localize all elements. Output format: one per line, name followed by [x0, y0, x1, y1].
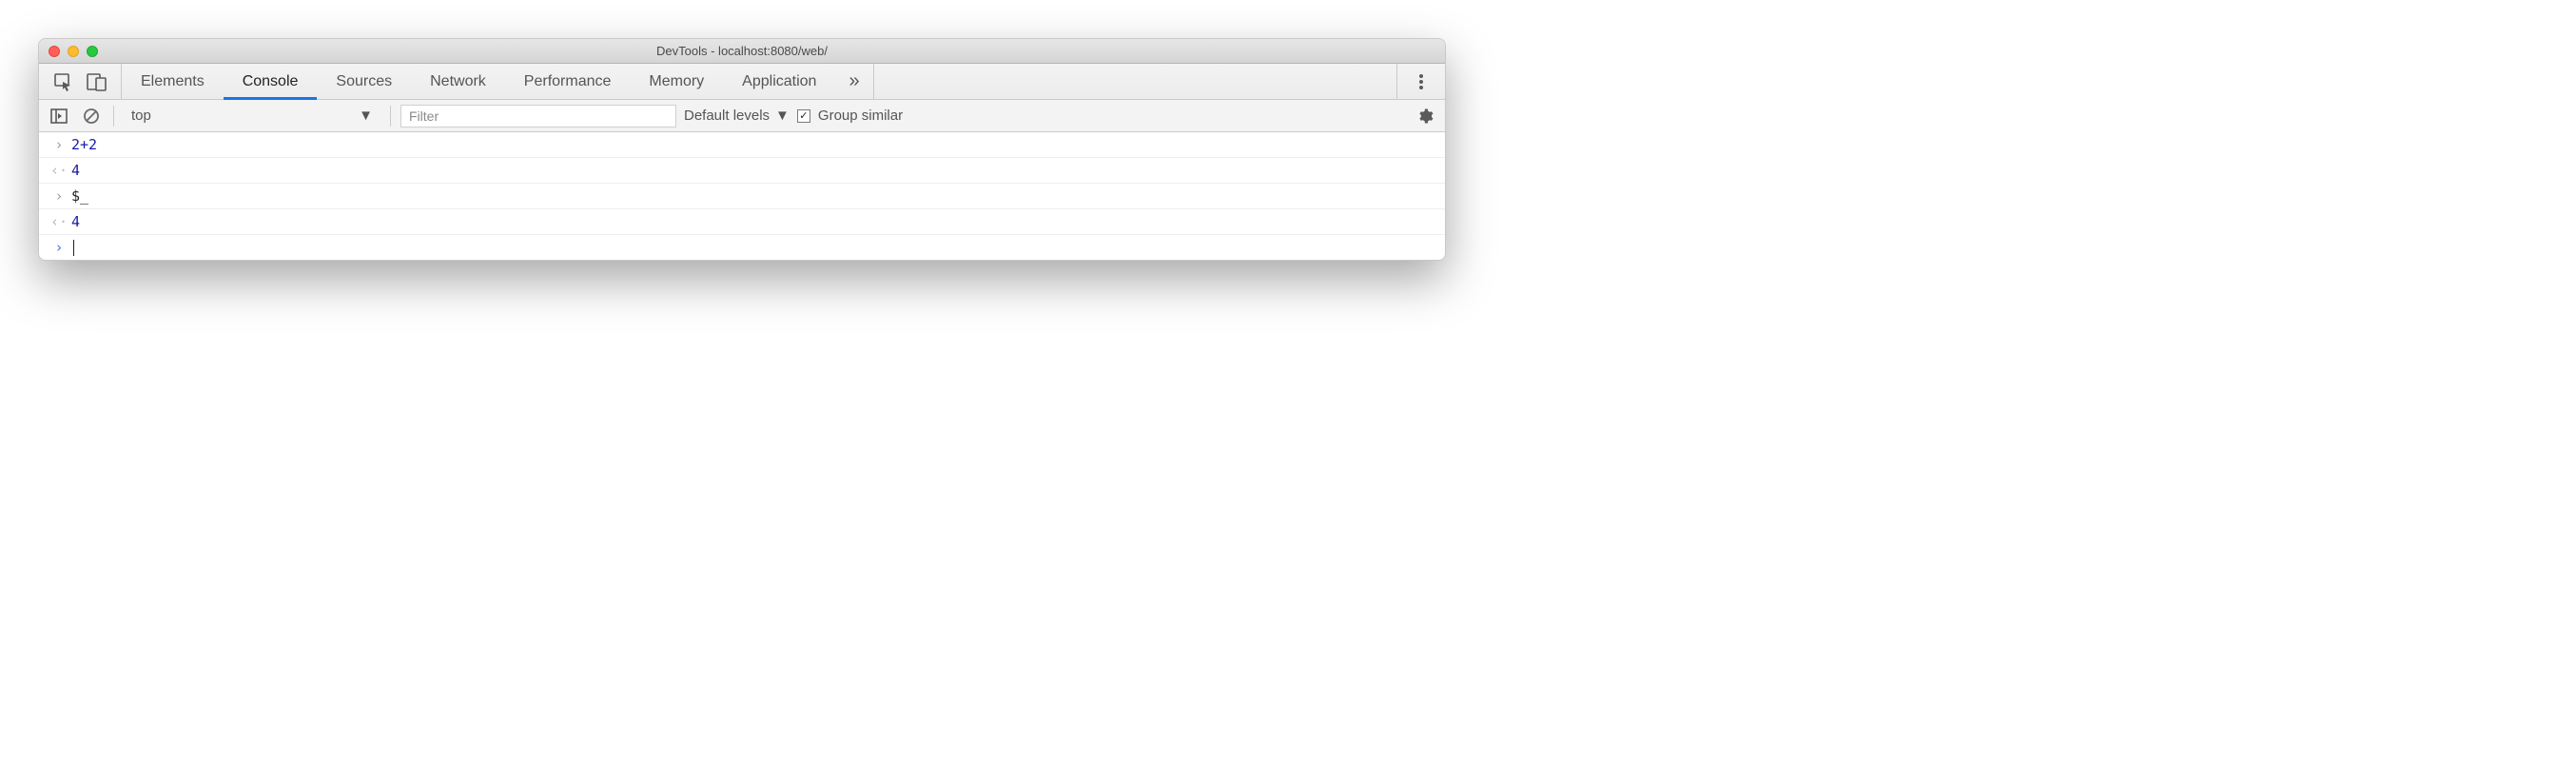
console-toolbar: top ▼ Default levels ▼ ✓ Group similar	[39, 100, 1445, 132]
tab-label: Elements	[141, 73, 205, 90]
titlebar: DevTools - localhost:8080/web/	[39, 39, 1445, 64]
zoom-window-button[interactable]	[87, 46, 98, 57]
clear-console-icon[interactable]	[79, 104, 104, 128]
console-body[interactable]: › 2+2 ‹· 4 › $_ ‹· 4 ›	[39, 132, 1445, 260]
devtools-window: DevTools - localhost:8080/web/ Elements …	[38, 38, 1446, 261]
console-input-row: › $_	[39, 184, 1445, 209]
input-chevron-icon: ›	[54, 187, 63, 205]
tab-label: Performance	[524, 73, 612, 90]
tab-label: Sources	[336, 73, 392, 90]
more-tabs-glyph: »	[849, 70, 859, 92]
chevron-down-icon: ▼	[775, 108, 790, 124]
console-output-row: ‹· 4	[39, 209, 1445, 235]
input-chevron-icon: ›	[54, 136, 63, 153]
log-levels-select[interactable]: Default levels ▼	[684, 108, 790, 124]
execution-context-select[interactable]: top ▼	[124, 105, 381, 128]
kebab-menu-icon[interactable]	[1409, 69, 1434, 94]
context-label: top	[131, 108, 151, 124]
toggle-console-sidebar-icon[interactable]	[47, 104, 71, 128]
console-output-row: ‹· 4	[39, 158, 1445, 184]
tab-console[interactable]: Console	[224, 64, 318, 99]
prompt-chevron-icon: ›	[54, 239, 63, 256]
chevron-down-icon: ▼	[359, 108, 373, 124]
inspect-element-icon[interactable]	[50, 69, 75, 94]
tab-elements[interactable]: Elements	[122, 64, 224, 99]
toggle-device-toolbar-icon[interactable]	[85, 69, 109, 94]
tab-memory[interactable]: Memory	[630, 64, 723, 99]
settings-gear-icon[interactable]	[1413, 104, 1437, 128]
console-input-text: $_	[69, 187, 1435, 205]
levels-label: Default levels	[684, 108, 770, 124]
tabs-bar: Elements Console Sources Network Perform…	[39, 64, 1445, 100]
tab-performance[interactable]: Performance	[505, 64, 631, 99]
console-input-text: 2+2	[69, 136, 1435, 153]
tab-label: Console	[243, 73, 299, 90]
tab-label: Application	[742, 73, 816, 90]
tab-label: Network	[430, 73, 486, 90]
console-prompt-row[interactable]: ›	[39, 235, 1445, 260]
output-chevron-icon: ‹·	[50, 162, 68, 179]
tabs-left-tools	[39, 64, 122, 99]
tab-sources[interactable]: Sources	[317, 64, 411, 99]
group-similar-label: Group similar	[818, 108, 903, 124]
close-window-button[interactable]	[49, 46, 60, 57]
text-cursor	[73, 240, 74, 256]
divider	[113, 106, 114, 127]
minimize-window-button[interactable]	[68, 46, 79, 57]
tab-label: Memory	[649, 73, 704, 90]
window-controls	[49, 46, 98, 57]
console-output-text: 4	[69, 162, 1435, 179]
filter-input[interactable]	[400, 105, 676, 128]
console-output-text: 4	[69, 213, 1435, 230]
group-similar-checkbox[interactable]: ✓	[797, 109, 810, 123]
window-title: DevTools - localhost:8080/web/	[39, 44, 1445, 58]
tab-network[interactable]: Network	[411, 64, 505, 99]
console-prompt-input[interactable]	[69, 239, 1435, 256]
tab-application[interactable]: Application	[723, 64, 835, 99]
divider	[390, 106, 391, 127]
panel-tabs: Elements Console Sources Network Perform…	[122, 64, 835, 99]
tabs-right-tools	[1396, 64, 1445, 99]
output-chevron-icon: ‹·	[50, 213, 68, 230]
console-input-row: › 2+2	[39, 132, 1445, 158]
more-tabs-button[interactable]: »	[835, 64, 873, 99]
